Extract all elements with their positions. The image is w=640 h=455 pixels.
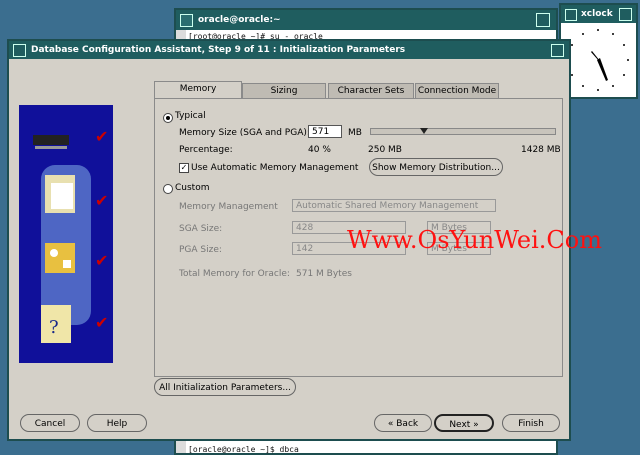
typical-label: Typical xyxy=(175,111,206,121)
clock-minute-hand xyxy=(591,51,600,61)
maximize-icon[interactable] xyxy=(551,44,564,57)
dbca-title-bar[interactable]: Database Configuration Assistant, Step 9… xyxy=(9,41,569,59)
next-arrow-icon: » xyxy=(470,420,479,430)
calculator-icon xyxy=(45,243,75,273)
window-menu-icon[interactable] xyxy=(180,14,193,27)
typical-radio[interactable] xyxy=(163,113,173,123)
tab-sizing[interactable]: Sizing xyxy=(242,83,326,98)
memory-management-select[interactable]: Automatic Shared Memory Management xyxy=(292,199,496,212)
percentage-value: 40 % xyxy=(308,145,331,155)
memory-unit: MB xyxy=(348,128,362,138)
check-icon: ✔ xyxy=(95,191,109,210)
watermark-text: Www.OsYunWei.Com xyxy=(347,226,602,254)
custom-radio[interactable] xyxy=(163,184,173,194)
use-amm-label: Use Automatic Memory Management xyxy=(191,163,359,173)
custom-label: Custom xyxy=(175,183,210,193)
tab-connection-mode[interactable]: Connection Mode xyxy=(415,83,499,98)
terminal-title: oracle@oracle:~ xyxy=(198,15,281,25)
memory-size-label: Memory Size (SGA and PGA): xyxy=(179,128,310,138)
memory-slider[interactable] xyxy=(370,128,556,135)
window-menu-icon[interactable] xyxy=(565,9,577,21)
window-menu-icon[interactable] xyxy=(13,44,26,57)
cancel-button[interactable]: Cancel xyxy=(20,414,80,432)
terminal-prompt-line: [oracle@oracle ~]$ dbca xyxy=(188,445,299,454)
finish-button[interactable]: Finish xyxy=(502,414,560,432)
clock-face xyxy=(567,29,629,91)
percentage-label: Percentage: xyxy=(179,145,233,155)
memory-management-label: Memory Management xyxy=(179,202,278,212)
memory-size-input[interactable]: 571 xyxy=(308,125,342,138)
total-memory-value: 571 M Bytes xyxy=(296,269,352,279)
back-button[interactable]: « Back xyxy=(374,414,432,432)
check-icon: ✔ xyxy=(95,127,109,146)
tab-character-sets[interactable]: Character Sets xyxy=(328,83,414,98)
all-initialization-parameters-button[interactable]: All Initialization Parameters... xyxy=(154,378,296,396)
xclock-title: xclock xyxy=(581,9,613,19)
show-memory-distribution-button[interactable]: Show Memory Distribution... xyxy=(369,158,503,176)
maximize-icon[interactable] xyxy=(536,13,550,27)
use-amm-checkbox[interactable]: ✓ xyxy=(179,163,189,173)
help-button[interactable]: Help xyxy=(87,414,147,432)
dbca-title: Database Configuration Assistant, Step 9… xyxy=(31,45,406,55)
pga-size-label: PGA Size: xyxy=(179,245,222,255)
svg-text:?: ? xyxy=(49,317,59,338)
maximize-icon[interactable] xyxy=(619,8,632,21)
next-label: Next xyxy=(449,420,471,430)
back-arrow-icon: « xyxy=(387,419,397,429)
total-memory-label: Total Memory for Oracle: xyxy=(179,269,290,279)
memory-chip-icon xyxy=(33,135,69,145)
check-icon: ✔ xyxy=(95,251,109,270)
terminal-title-bar[interactable]: oracle@oracle:~ xyxy=(176,10,556,30)
xclock-title-bar[interactable]: xclock xyxy=(561,5,636,23)
wizard-image-panel: ? ✔ ✔ ✔ ✔ xyxy=(19,105,113,363)
slider-max: 1428 MB xyxy=(521,145,561,155)
tab-memory[interactable]: Memory xyxy=(154,81,242,98)
check-icon: ✔ xyxy=(95,313,109,332)
next-button[interactable]: Next » xyxy=(434,414,494,432)
slider-thumb[interactable] xyxy=(420,128,429,134)
back-label: Back xyxy=(396,419,419,429)
slider-min: 250 MB xyxy=(368,145,402,155)
sga-size-label: SGA Size: xyxy=(179,224,223,234)
clock-hour-hand xyxy=(597,58,608,81)
